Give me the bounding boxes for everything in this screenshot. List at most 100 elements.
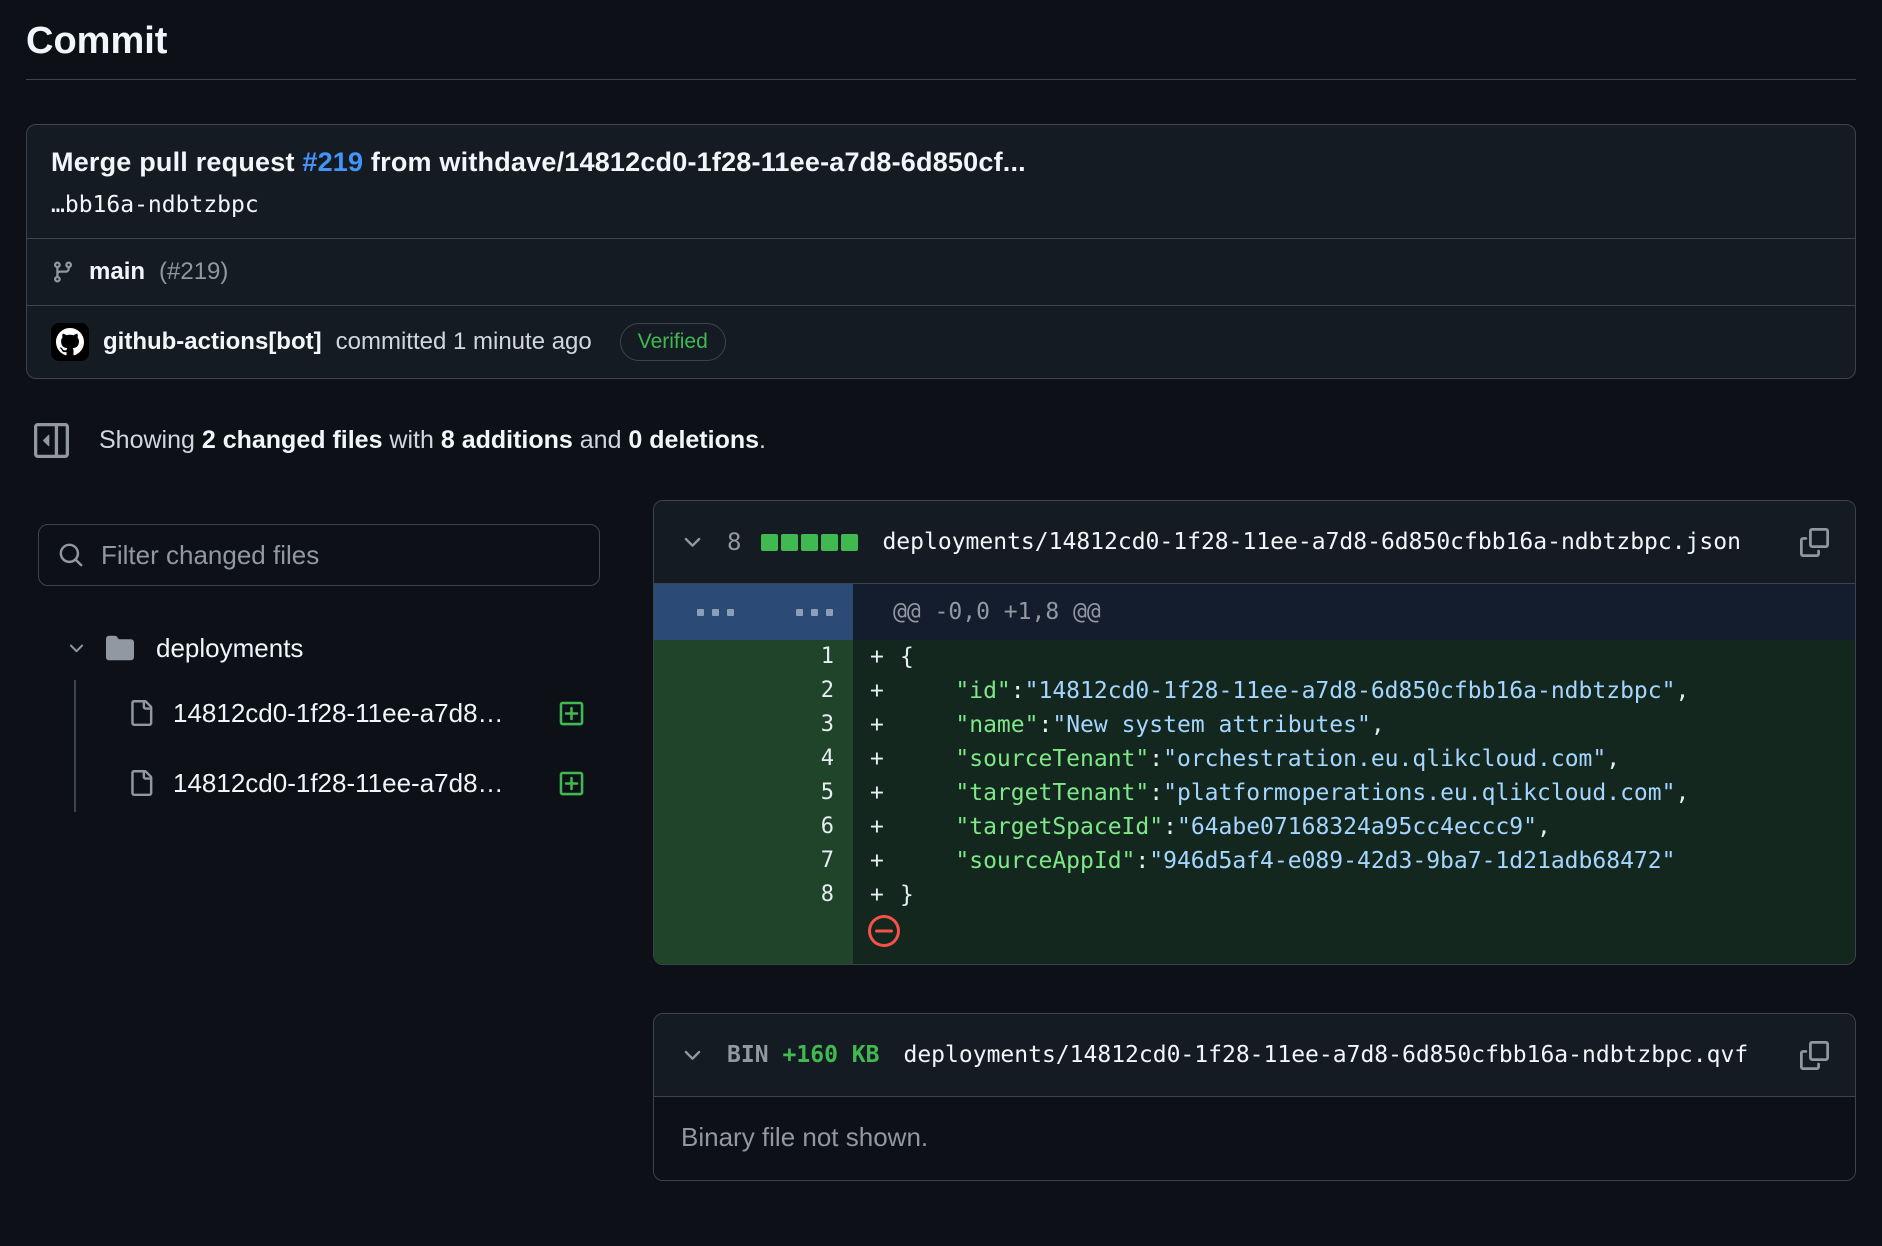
line-number-gutter: 1 xyxy=(654,640,853,674)
diff-code-row: 8+} xyxy=(654,878,1855,912)
file-icon xyxy=(128,769,154,797)
code-text: { xyxy=(900,640,914,674)
no-newline-content xyxy=(853,912,1855,964)
addition-marker: + xyxy=(853,708,900,742)
line-number-gutter: 8 xyxy=(654,878,853,912)
bin-size-delta: +160 KB xyxy=(783,1042,880,1068)
diff-added-icon xyxy=(558,770,585,797)
filter-changed-files-box xyxy=(38,524,600,586)
author-name[interactable]: github-actions[bot] xyxy=(103,328,322,356)
new-line-number[interactable]: 2 xyxy=(753,674,853,708)
copy-icon xyxy=(1800,528,1829,557)
github-logo-icon xyxy=(56,328,84,356)
diff-panel-binary: BIN +160 KB deployments/14812cd0-1f28-11… xyxy=(653,1013,1856,1181)
commit-card: Merge pull request #219 from withdave/14… xyxy=(26,124,1856,379)
summary-part: and xyxy=(573,426,629,454)
chevron-down-icon[interactable] xyxy=(680,530,705,555)
addition-marker: + xyxy=(853,742,900,776)
code-line-content: +} xyxy=(853,878,1855,912)
changed-files-summary-row: Showing 2 changed files with 8 additions… xyxy=(34,423,1856,458)
addition-marker: + xyxy=(853,844,900,878)
diffstat-blocks xyxy=(761,534,858,551)
tree-folder-deployments[interactable]: deployments xyxy=(38,624,600,672)
old-line-number xyxy=(654,674,753,708)
file-tree: deployments 14812cd0-1f28-11ee-a7d8…1481… xyxy=(38,624,600,818)
branch-row: main (#219) xyxy=(27,238,1855,305)
new-line-number[interactable]: 5 xyxy=(753,776,853,810)
code-text: "targetSpaceId":"64abe07168324a95cc4eccc… xyxy=(900,810,1551,844)
diffstat-block xyxy=(821,534,838,551)
diff-code-row: 6+ "targetSpaceId":"64abe07168324a95cc4e… xyxy=(654,810,1855,844)
copy-path-button[interactable] xyxy=(1800,1041,1829,1070)
old-line-number xyxy=(654,810,753,844)
old-line-number xyxy=(654,776,753,810)
code-text: } xyxy=(900,878,914,912)
additions-count: 8 xyxy=(727,528,741,556)
no-newline-icon xyxy=(868,915,900,947)
collapse-sidebar-button[interactable] xyxy=(34,423,69,458)
tree-nesting-line xyxy=(74,680,76,812)
hunk-row: @@ -0,0 +1,8 @@ xyxy=(654,584,1855,640)
addition-marker: + xyxy=(853,776,900,810)
expand-dots-icon xyxy=(753,609,852,616)
filter-changed-files-input[interactable] xyxy=(99,539,580,572)
branch-pr-ref: (#219) xyxy=(159,258,228,286)
author-row: github-actions[bot] committed 1 minute a… xyxy=(27,305,1855,378)
new-line-number[interactable]: 8 xyxy=(753,878,853,912)
file-label: 14812cd0-1f28-11ee-a7d8… xyxy=(173,698,558,729)
diffstat-block xyxy=(761,534,778,551)
diff-filename[interactable]: deployments/14812cd0-1f28-11ee-a7d8-6d85… xyxy=(882,529,1741,555)
new-line-number[interactable]: 6 xyxy=(753,810,853,844)
new-line-number[interactable]: 3 xyxy=(753,708,853,742)
new-line-number[interactable]: 1 xyxy=(753,640,853,674)
tree-file-row[interactable]: 14812cd0-1f28-11ee-a7d8… xyxy=(38,678,600,748)
old-line-number xyxy=(654,640,753,674)
branch-name: main xyxy=(89,258,145,286)
new-line-number[interactable]: 4 xyxy=(753,742,853,776)
addition-marker: + xyxy=(853,640,900,674)
code-line-content: + "id":"14812cd0-1f28-11ee-a7d8-6d850cfb… xyxy=(853,674,1855,708)
code-text: "sourceAppId":"946d5af4-e089-42d3-9ba7-1… xyxy=(900,844,1675,878)
tree-file-row[interactable]: 14812cd0-1f28-11ee-a7d8… xyxy=(38,748,600,818)
commit-message-section: Merge pull request #219 from withdave/14… xyxy=(27,125,1855,238)
old-line-number xyxy=(654,742,753,776)
new-line-number[interactable]: 7 xyxy=(753,844,853,878)
code-line-content: + "sourceTenant":"orchestration.eu.qlikc… xyxy=(853,742,1855,776)
tree-file-list: 14812cd0-1f28-11ee-a7d8… 14812cd0-1f28-11… xyxy=(38,678,600,818)
code-text: "name":"New system attributes", xyxy=(900,708,1385,742)
pr-number-link[interactable]: #219 xyxy=(302,147,363,177)
diff-code-row: 2+ "id":"14812cd0-1f28-11ee-a7d8-6d850cf… xyxy=(654,674,1855,708)
binary-not-shown-note: Binary file not shown. xyxy=(654,1096,1855,1180)
folder-label: deployments xyxy=(156,633,303,664)
hunk-expand-gutter[interactable] xyxy=(654,584,853,640)
addition-marker: + xyxy=(853,674,900,708)
summary-bold-part: 8 additions xyxy=(441,426,573,454)
code-line-content: + "targetSpaceId":"64abe07168324a95cc4ec… xyxy=(853,810,1855,844)
old-line-number xyxy=(654,708,753,742)
file-tree-sidebar: deployments 14812cd0-1f28-11ee-a7d8…1481… xyxy=(38,524,600,818)
old-line-number xyxy=(654,844,753,878)
page-title: Commit xyxy=(26,0,1856,63)
copy-path-button[interactable] xyxy=(1800,528,1829,557)
git-branch-icon xyxy=(51,260,75,284)
chevron-down-icon xyxy=(66,638,87,659)
code-line-content: + "sourceAppId":"946d5af4-e089-42d3-9ba7… xyxy=(853,844,1855,878)
commit-message-line2: …bb16a-ndbtzbpc xyxy=(51,192,1831,218)
verified-badge[interactable]: Verified xyxy=(620,323,726,361)
summary-bold-part: 2 changed files xyxy=(202,426,383,454)
expand-dots-icon xyxy=(654,609,753,616)
diff-panel-json: 8 deployments/14812cd0-1f28-11ee-a7d8-6d… xyxy=(653,500,1856,965)
code-line-content: + "targetTenant":"platformoperations.eu.… xyxy=(853,776,1855,810)
file-label: 14812cd0-1f28-11ee-a7d8… xyxy=(173,768,558,799)
search-icon xyxy=(58,542,84,568)
summary-part: Showing xyxy=(99,426,202,454)
diff-lines: 1+{2+ "id":"14812cd0-1f28-11ee-a7d8-6d85… xyxy=(654,640,1855,912)
summary-part: with xyxy=(382,426,440,454)
no-newline-row xyxy=(654,912,1855,964)
avatar[interactable] xyxy=(51,323,89,361)
chevron-down-icon[interactable] xyxy=(680,1043,705,1068)
binary-filename[interactable]: deployments/14812cd0-1f28-11ee-a7d8-6d85… xyxy=(903,1042,1748,1068)
header-divider xyxy=(26,79,1856,80)
commit-title-suffix: from withdave/14812cd0-1f28-11ee-a7d8-6d… xyxy=(363,147,1026,177)
addition-marker: + xyxy=(853,810,900,844)
